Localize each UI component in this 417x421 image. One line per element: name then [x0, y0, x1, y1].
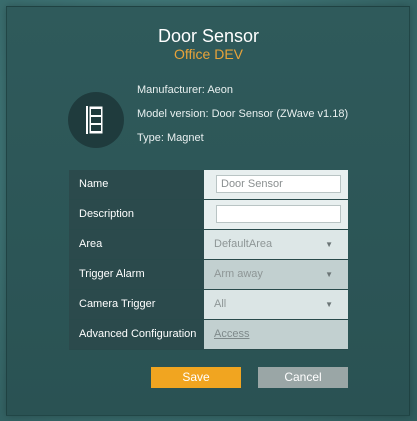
description-label: Description: [69, 200, 204, 229]
advanced-configuration-row: Advanced Configuration Access: [69, 320, 348, 350]
name-label: Name: [69, 170, 204, 199]
access-link[interactable]: Access: [214, 320, 249, 349]
area-row: Area DefaultArea ▼: [69, 230, 348, 260]
camera-trigger-row: Camera Trigger All ▼: [69, 290, 348, 320]
description-input[interactable]: [216, 205, 341, 223]
trigger-alarm-select[interactable]: Arm away ▼: [214, 260, 339, 289]
caret-down-icon: ▼: [325, 300, 333, 309]
trigger-alarm-cell: Arm away ▼: [204, 260, 348, 289]
camera-trigger-select[interactable]: All ▼: [214, 290, 339, 319]
description-cell: [204, 200, 348, 229]
name-row: Name: [69, 170, 348, 200]
cancel-button[interactable]: Cancel: [258, 367, 348, 388]
area-select[interactable]: DefaultArea ▼: [214, 230, 339, 259]
type-text: Type: Magnet: [137, 132, 204, 144]
description-row: Description: [69, 200, 348, 230]
caret-down-icon: ▼: [325, 270, 333, 279]
area-cell: DefaultArea ▼: [204, 230, 348, 259]
name-input[interactable]: [216, 175, 341, 193]
device-title: Door Sensor: [157, 26, 260, 46]
device-location: Office DEV: [174, 46, 243, 62]
model-version-text: Model version: Door Sensor (ZWave v1.18): [137, 108, 349, 120]
trigger-alarm-row: Trigger Alarm Arm away ▼: [69, 260, 348, 290]
camera-trigger-cell: All ▼: [204, 290, 348, 319]
manufacturer-text: Manufacturer: Aeon: [137, 84, 234, 96]
advanced-configuration-label: Advanced Configuration: [69, 320, 204, 349]
door-sensor-icon: [68, 92, 124, 148]
caret-down-icon: ▼: [325, 240, 333, 249]
advanced-configuration-cell: Access: [204, 320, 348, 349]
camera-trigger-label: Camera Trigger: [69, 290, 204, 319]
name-cell: [204, 170, 348, 199]
device-settings-table: Name Description Area DefaultArea ▼ Trig…: [69, 170, 348, 350]
modal-backdrop: Door Sensor Office DEV Manufacturer: Aeo…: [0, 0, 417, 421]
area-label: Area: [69, 230, 204, 259]
trigger-alarm-label: Trigger Alarm: [69, 260, 204, 289]
save-button[interactable]: Save: [151, 367, 241, 388]
camera-trigger-select-value: All: [214, 298, 227, 310]
area-select-value: DefaultArea: [214, 238, 273, 250]
trigger-alarm-select-value: Arm away: [214, 268, 263, 280]
